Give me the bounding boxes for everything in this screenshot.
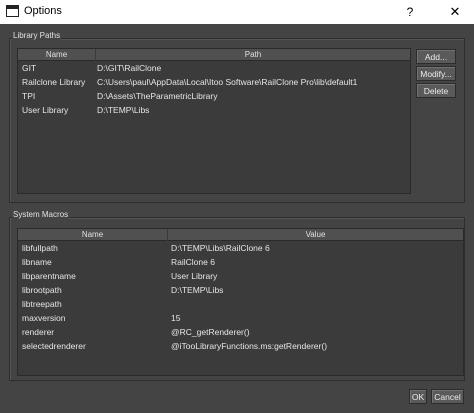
row-name: selectedrenderer	[22, 341, 86, 351]
window-icon	[6, 5, 19, 17]
row-value: RailClone 6	[171, 257, 215, 267]
system-macros-list[interactable]: Name Value libfullpath D:\TEMP\Libs\RailC…	[17, 228, 464, 376]
system-macros-header: Name Value	[18, 229, 463, 241]
list-row[interactable]: GIT D:\GIT\RailClone	[18, 61, 410, 75]
list-row[interactable]: maxversion 15	[18, 311, 463, 325]
list-row[interactable]: libtreepath	[18, 297, 463, 311]
row-name: libparentname	[22, 271, 76, 281]
row-value: @iTooLibraryFunctions.ms:getRenderer()	[171, 341, 328, 351]
list-row[interactable]: librootpath D:\TEMP\Libs	[18, 283, 463, 297]
list-row[interactable]: renderer @RC_getRenderer()	[18, 325, 463, 339]
list-row[interactable]: selectedrenderer @iTooLibraryFunctions.ms…	[18, 339, 463, 353]
column-header-value[interactable]: Value	[168, 229, 463, 241]
row-value: @RC_getRenderer()	[171, 327, 250, 337]
row-name: User Library	[22, 105, 69, 115]
title-bar: Options ? ✕	[0, 0, 474, 24]
list-row[interactable]: libfullpath D:\TEMP\Libs\RailClone 6	[18, 241, 463, 255]
row-name: libname	[22, 257, 52, 267]
list-row[interactable]: Railclone Library C:\Users\paul\AppData\L…	[18, 75, 410, 89]
row-name: renderer	[22, 327, 55, 337]
column-header-name[interactable]: Name	[18, 49, 96, 61]
row-name: GIT	[22, 63, 37, 73]
row-name: Railclone Library	[22, 77, 86, 87]
column-header-name[interactable]: Name	[18, 229, 168, 241]
close-button[interactable]: ✕	[444, 3, 466, 21]
ok-button[interactable]: OK	[409, 389, 427, 404]
library-paths-title: Library Paths	[12, 31, 62, 40]
row-name: librootpath	[22, 285, 62, 295]
cancel-button[interactable]: Cancel	[431, 389, 464, 404]
row-value: User Library	[171, 271, 218, 281]
row-path: D:\TEMP\Libs	[97, 105, 150, 115]
list-row[interactable]: libparentname User Library	[18, 269, 463, 283]
row-value: D:\TEMP\Libs\RailClone 6	[171, 243, 270, 253]
delete-button[interactable]: Delete	[416, 83, 456, 98]
row-name: libtreepath	[22, 299, 62, 309]
add-button[interactable]: Add...	[416, 49, 456, 64]
library-paths-list[interactable]: Name Path GIT D:\GIT\RailClone Railclone L…	[17, 48, 411, 194]
column-header-path[interactable]: Path	[96, 49, 410, 61]
row-value: 15	[171, 313, 181, 323]
list-row[interactable]: User Library D:\TEMP\Libs	[18, 103, 410, 117]
row-name: libfullpath	[22, 243, 58, 253]
window-title: Options	[24, 5, 62, 17]
library-paths-header: Name Path	[18, 49, 410, 61]
row-name: maxversion	[22, 313, 66, 323]
list-row[interactable]: TPI D:\Assets\TheParametricLibrary	[18, 89, 410, 103]
row-name: TPI	[22, 91, 36, 101]
row-path: C:\Users\paul\AppData\Local\Itoo Softwar…	[97, 77, 358, 87]
help-button[interactable]: ?	[402, 3, 418, 21]
system-macros-title: System Macros	[12, 210, 70, 219]
row-value: D:\TEMP\Libs	[171, 285, 224, 295]
modify-button[interactable]: Modify...	[416, 66, 456, 81]
row-path: D:\GIT\RailClone	[97, 63, 162, 73]
list-row[interactable]: libname RailClone 6	[18, 255, 463, 269]
row-path: D:\Assets\TheParametricLibrary	[97, 91, 218, 101]
